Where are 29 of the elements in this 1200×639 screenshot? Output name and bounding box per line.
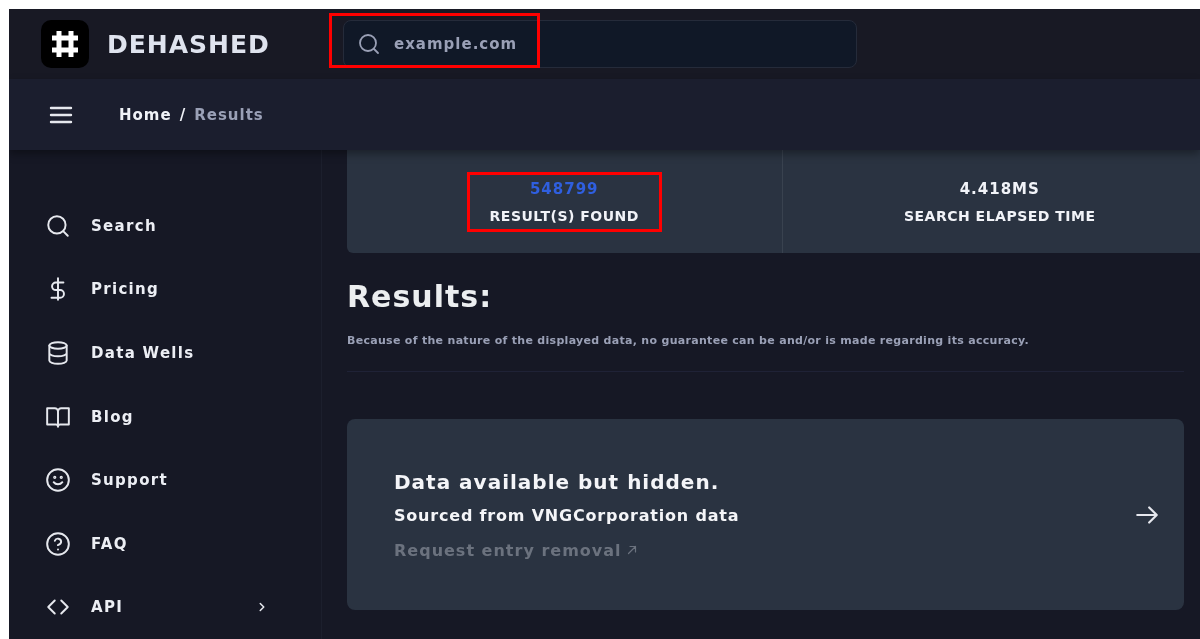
brand-name: DEHASHED — [107, 29, 271, 59]
arrow-up-right-icon — [625, 544, 638, 556]
breadcrumb-link[interactable]: Home — [119, 105, 172, 124]
smiley-icon — [45, 467, 71, 494]
menu-icon[interactable] — [49, 105, 73, 124]
results-heading: Results: — [347, 279, 494, 314]
search-icon — [357, 32, 381, 56]
sidebar-item[interactable]: API — [9, 575, 321, 639]
result-card[interactable]: Data available but hidden. Sourced from VNGCorporation data Request entry removal — [347, 419, 1184, 610]
sidebar-item[interactable]: Data Wells — [9, 321, 321, 385]
search-field[interactable]: example.com — [343, 20, 857, 68]
breadcrumb-separator: / — [179, 105, 187, 124]
sidebar-item[interactable]: Support — [9, 448, 321, 512]
stat-label: RESULT(S) FOUND — [489, 207, 639, 224]
sidebar-item[interactable]: Search — [9, 194, 321, 258]
help-icon — [45, 530, 71, 557]
result-title: Data available but hidden. — [394, 469, 721, 494]
sidebar-item[interactable]: Blog — [9, 384, 321, 449]
database-icon — [45, 339, 71, 366]
disclaimer-text: Because of the nature of the displayed data, no guarantee can be and/or is made regarding its accuracy. — [347, 334, 1184, 372]
result-source: Sourced from VNGCorporation data — [394, 505, 741, 525]
search-icon — [45, 212, 71, 239]
stat-label: SEARCH ELAPSED TIME — [903, 207, 1096, 224]
sidebar-item[interactable]: Pricing — [9, 257, 321, 322]
stat-value: 4.418MS — [959, 179, 1040, 198]
logo-icon[interactable] — [41, 20, 89, 68]
stat-value: 548799 — [529, 179, 599, 198]
breadcrumb-link[interactable]: Results — [194, 105, 264, 124]
sidebar-item[interactable]: FAQ — [9, 511, 321, 576]
